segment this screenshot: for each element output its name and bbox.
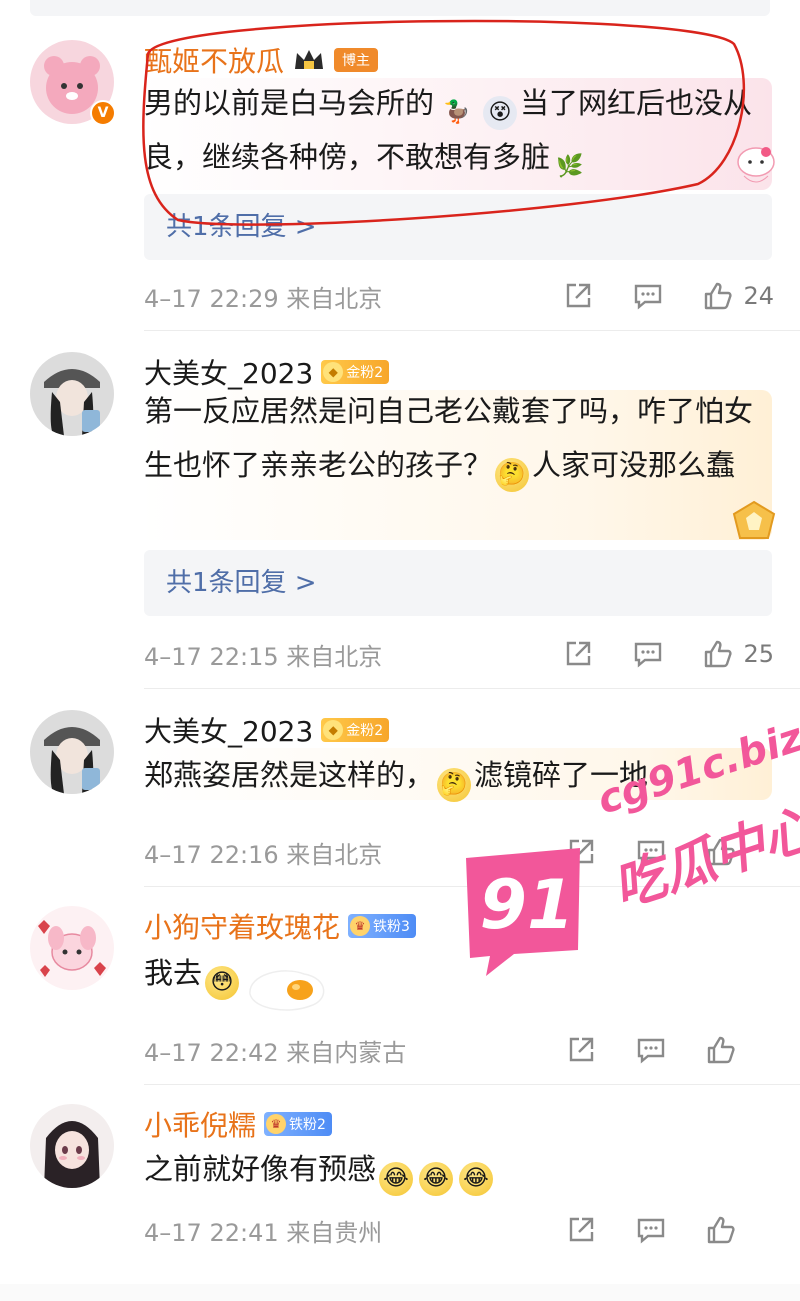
leaf-emoji-icon: 🌿 [556,154,584,179]
flushed-face-emoji-icon: 😳 [205,966,240,1000]
comment-header: 甄姬不放瓜 博主 [144,40,379,80]
crying-laughing-emoji-icon: 😂 [379,1162,414,1196]
share-icon[interactable] [564,1033,598,1067]
view-replies-button[interactable]: 共1条回复 > [144,194,772,260]
crown-icon [295,50,324,69]
comment-text: 男的以前是白马会所的 🦆 😵 当了网红后也没从良，继续各种傍，不敢想有多脏 🌿 [144,76,764,184]
girl-cap-avatar[interactable] [30,710,114,794]
iron-fan-crown-icon: ♛ [350,916,371,936]
like-count: 25 [743,640,774,668]
timestamp-location: 4–17 22:42 来自内蒙古 [144,1038,407,1067]
gold-fan-icon: ◆ [323,720,344,740]
comment-meta-row: 4–17 22:41 来自贵州 [144,1210,774,1250]
watermark-number: 91 [479,866,575,945]
like-count: 24 [743,282,774,310]
share-icon[interactable] [564,1213,598,1247]
username[interactable]: 甄姬不放瓜 [144,40,284,80]
pink-puppy-avatar[interactable] [30,906,114,990]
gold-crown-sticker-icon [732,500,776,539]
fan-level-badge: ♛ 铁粉2 [264,1112,332,1136]
fan-level-badge: ♛ 铁粉3 [348,914,416,938]
divider [144,688,800,689]
comment-meta-row: 4–17 22:29 来自北京 24 [144,276,774,316]
thinking-face-emoji-icon: 🤔 [495,458,530,492]
comment-icon[interactable] [631,637,665,671]
site-watermark: 91 cg91c.biz 吃瓜中心 [452,714,800,1020]
divider [144,1084,800,1085]
comment-icon[interactable] [634,1033,668,1067]
like-icon[interactable] [704,1213,738,1247]
username[interactable]: 小狗守着玫瑰花 [144,906,340,946]
crying-laughing-emoji-icon: 😂 [419,1162,454,1196]
comment-text: 之前就好像有预感 😂 😂 😂 [144,1142,764,1196]
username[interactable]: 大美女_2023 [144,710,313,750]
comment-text: 第一反应居然是问自己老公戴套了吗，咋了怕女生也怀了亲亲老公的孩子？ 🤔 人家可没那么… [144,384,764,492]
share-icon[interactable] [561,637,595,671]
iron-fan-crown-icon: ♛ [266,1114,287,1134]
share-icon[interactable] [561,279,595,313]
fan-level-badge: ◆ 金粉2 [321,718,390,742]
divider [144,330,800,331]
timestamp-location: 4–17 22:41 来自贵州 [144,1218,383,1247]
next-comment-strip [0,1284,800,1301]
comment-meta-row: 4–17 22:42 来自内蒙古 [144,1030,774,1070]
duck-emoji-icon: 🦆 [443,100,471,125]
timestamp-location: 4–17 22:15 来自北京 [144,642,383,671]
like-icon[interactable] [701,279,735,313]
view-replies-button[interactable]: 共1条回复 > [144,550,772,616]
fried-egg-sticker-icon [249,970,325,1011]
timestamp-location: 4–17 22:29 来自北京 [144,284,383,313]
verified-v-icon: V [90,100,116,126]
comment-header: 大美女_2023 ◆ 金粉2 [144,710,390,750]
crying-laughing-emoji-icon: 😂 [459,1162,494,1196]
comment-meta-row: 4–17 22:15 来自北京 25 [144,634,774,674]
dizzy-face-emoji-icon: 😵 [483,96,518,130]
comment-icon[interactable] [634,1213,668,1247]
girl-cap-avatar[interactable] [30,352,114,436]
comment-icon[interactable] [631,279,665,313]
comment-header: 小狗守着玫瑰花 ♛ 铁粉3 [144,906,416,946]
anime-girl-avatar[interactable] [30,1104,114,1188]
fan-level-badge: ◆ 金粉2 [321,360,390,384]
like-icon[interactable] [701,637,735,671]
comment-header: 小乖倪糯 ♛ 铁粉2 [144,1104,332,1144]
blogger-badge: 博主 [334,48,379,72]
username[interactable]: 小乖倪糯 [144,1104,256,1144]
hello-kitty-sticker-icon [737,147,775,183]
gold-fan-icon: ◆ [323,362,344,382]
previous-comment-strip [30,0,770,16]
timestamp-location: 4–17 22:16 来自北京 [144,840,383,869]
like-icon[interactable] [704,1033,738,1067]
